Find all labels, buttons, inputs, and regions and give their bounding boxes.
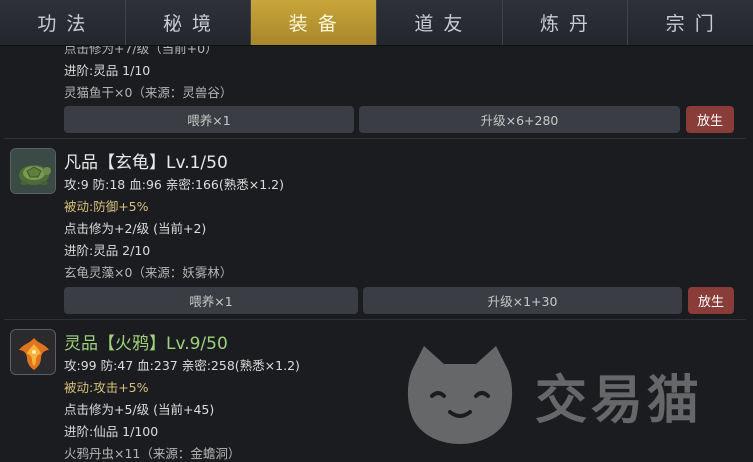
pet-material: 玄龟灵藻×0（来源：妖雾林） — [64, 265, 233, 280]
release-button[interactable]: 放生 — [686, 106, 734, 133]
tab-mijing[interactable]: 秘 境 — [126, 0, 252, 45]
tab-gongfa[interactable]: 功 法 — [0, 0, 126, 45]
release-button[interactable]: 放生 — [688, 287, 734, 314]
feed-button[interactable]: 喂养×1 — [64, 106, 354, 133]
pet-material: 灵猫鱼干×0（来源：灵兽谷） — [64, 85, 233, 100]
tab-equipment[interactable]: 装 备 — [251, 0, 378, 45]
top-tab-bar: 功 法 秘 境 装 备 道 友 炼 丹 宗 门 — [0, 0, 753, 46]
pet-click-bonus: 点击修为+2/级 (当前+2) — [64, 221, 207, 236]
fire-crow-icon — [10, 329, 56, 375]
pet-advance: 进阶:仙品 1/100 — [64, 424, 159, 439]
pet-name: 灵品【火鸦】Lv.9/50 — [64, 334, 228, 354]
tab-liandan[interactable]: 炼 丹 — [503, 0, 629, 45]
pet-list: 点击修为+7/级（当前+0） 进阶:灵品 1/10 灵猫鱼干×0（来源：灵兽谷）… — [0, 46, 753, 462]
tab-daoyou[interactable]: 道 友 — [377, 0, 503, 45]
feed-button[interactable]: 喂养×1 — [64, 287, 358, 314]
divider — [4, 319, 746, 320]
tab-zongmen[interactable]: 宗 门 — [628, 0, 753, 45]
upgrade-button[interactable]: 升级×1+30 — [363, 287, 682, 314]
pet-stats: 攻:99 防:47 血:237 亲密:258(熟悉×1.2) — [64, 358, 300, 373]
pet-click-bonus: 点击修为+7/级（当前+0） — [64, 46, 218, 56]
pet-material: 火鸦丹虫×11（来源：金蟾洞） — [64, 446, 241, 461]
pet-click-bonus: 点击修为+5/级 (当前+45) — [64, 402, 215, 417]
pet-name: 凡品【玄龟】Lv.1/50 — [64, 153, 228, 173]
pet-advance: 进阶:灵品 2/10 — [64, 243, 151, 258]
pet-stats: 攻:9 防:18 血:96 亲密:166(熟悉×1.2) — [64, 177, 284, 192]
upgrade-button[interactable]: 升级×6+280 — [359, 106, 680, 133]
pet-passive: 被动:防御+5% — [64, 199, 149, 214]
pet-passive: 被动:攻击+5% — [64, 380, 149, 395]
divider — [4, 138, 746, 139]
turtle-icon — [10, 148, 56, 194]
pet-advance: 进阶:灵品 1/10 — [64, 63, 151, 78]
